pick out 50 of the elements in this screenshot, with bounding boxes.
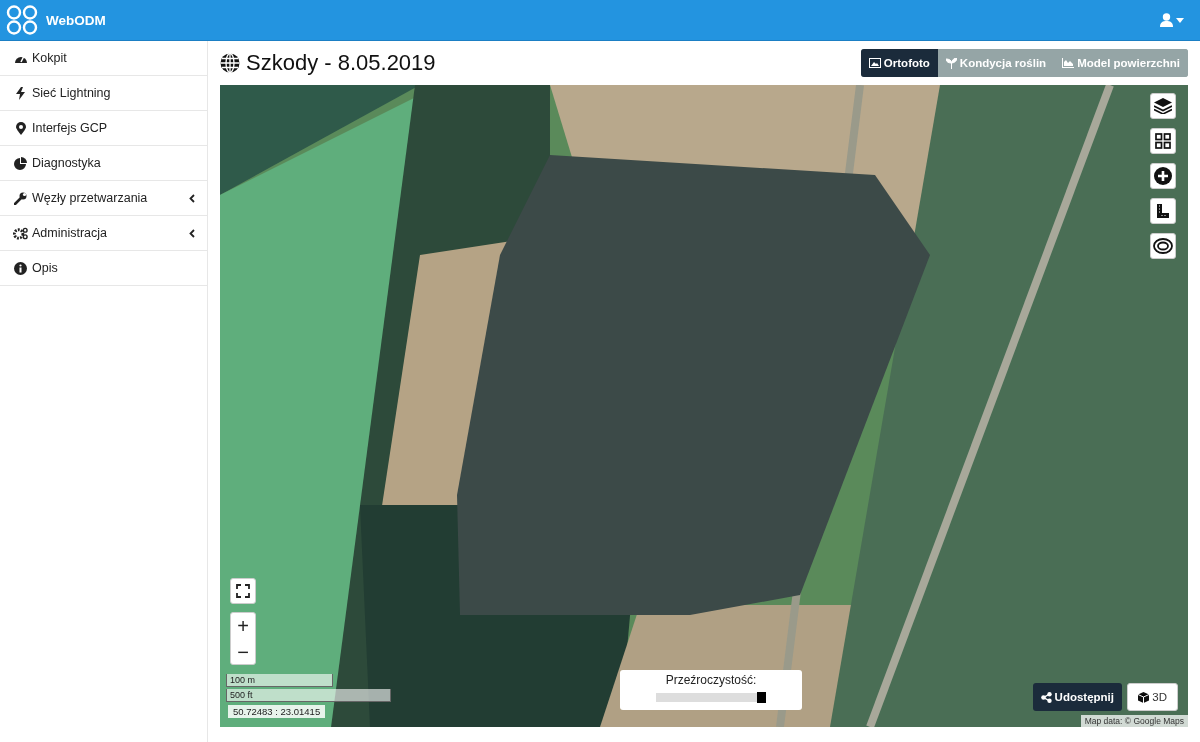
caret-down-icon (1176, 17, 1184, 23)
sidebar-item[interactable]: Węzły przetwarzania (0, 181, 207, 216)
share-icon (1040, 691, 1052, 703)
ring-button[interactable] (1150, 233, 1176, 259)
cube-icon (1138, 691, 1150, 703)
sidebar-item[interactable]: Interfejs GCP (0, 111, 207, 146)
add-button[interactable] (1150, 163, 1176, 189)
layers-icon (1154, 98, 1172, 114)
globe-icon (220, 53, 240, 73)
share-button[interactable]: Udostępnij (1032, 683, 1122, 711)
plus-circle-icon (1154, 167, 1172, 185)
wrench-icon (14, 191, 27, 205)
user-icon (1160, 13, 1173, 27)
opacity-label: Przeźroczystość: (665, 673, 757, 687)
layers-button[interactable] (1150, 93, 1176, 119)
grid-button[interactable] (1150, 128, 1176, 154)
opacity-slider[interactable] (656, 693, 766, 702)
gears-icon (13, 226, 28, 240)
ring-icon (1153, 238, 1173, 254)
slider-thumb[interactable] (757, 692, 766, 703)
coordinates-label: 50.72483 : 23.01415 (228, 705, 326, 718)
fullscreen-button[interactable] (230, 578, 256, 604)
leaf-icon (945, 57, 957, 69)
area-chart-icon (1062, 58, 1075, 68)
sidebar-item[interactable]: Administracja (0, 216, 207, 251)
scale-bar: 500 ft (226, 689, 391, 702)
fullscreen-icon (236, 584, 250, 598)
logo-icon (6, 5, 38, 35)
zoom-in-button[interactable]: + (231, 612, 255, 639)
map-attribution: Map data: © Google Maps (1080, 715, 1188, 727)
page-title: Szkody - 8.05.2019 (246, 50, 436, 76)
ruler-icon (1156, 203, 1170, 219)
view-3d-button[interactable]: 3D (1127, 683, 1178, 711)
sidebar-item[interactable]: Kokpit (0, 41, 207, 76)
scale-bar: 100 m (226, 674, 333, 687)
sidebar-item[interactable]: Opis (0, 251, 207, 286)
chevron-left-icon (189, 193, 195, 203)
pie-chart-icon (14, 156, 27, 170)
view-tab[interactable]: Ortofoto (860, 49, 938, 77)
grid-icon (1155, 133, 1171, 149)
map-pin-icon (15, 121, 26, 135)
info-icon (14, 261, 27, 275)
sidebar-item[interactable]: Diagnostyka (0, 146, 207, 181)
brand-name: WebODM (46, 12, 106, 28)
sidebar-item[interactable]: Sieć Lightning (0, 76, 207, 111)
lightning-icon (16, 86, 25, 100)
measure-button[interactable] (1150, 198, 1176, 224)
zoom-out-button[interactable]: − (231, 638, 255, 665)
chevron-left-icon (189, 228, 195, 238)
image-icon (868, 58, 881, 68)
